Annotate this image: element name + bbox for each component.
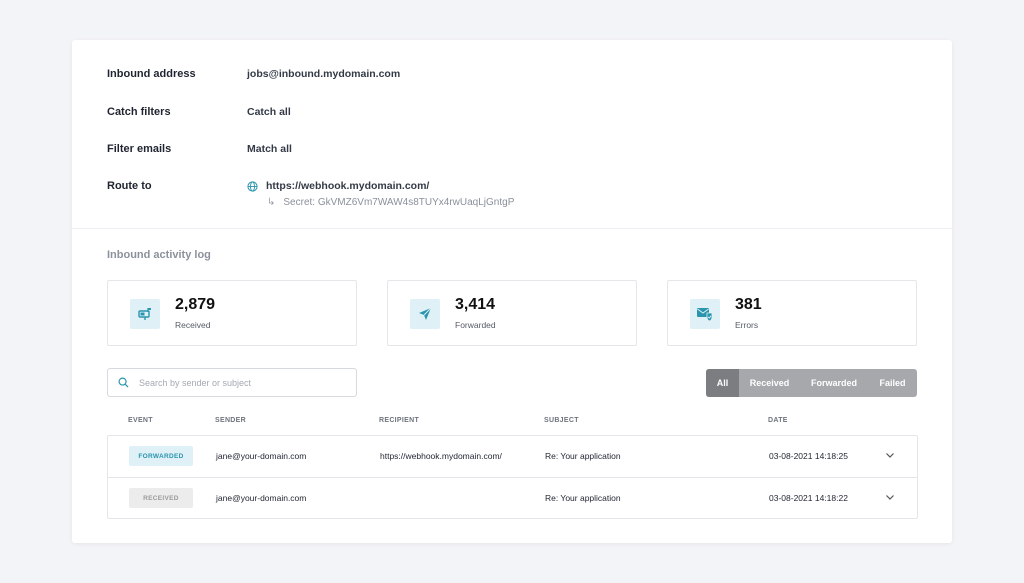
filter-emails-value: Match all xyxy=(247,143,292,155)
section-divider xyxy=(72,228,952,229)
globe-icon xyxy=(247,180,258,192)
paper-plane-icon xyxy=(410,299,440,329)
row-subject: Re: Your application xyxy=(545,451,621,461)
table-row[interactable]: FORWARDED jane@your-domain.com https://w… xyxy=(108,436,917,477)
stat-received-label: Received xyxy=(175,320,211,330)
row-recipient: https://webhook.mydomain.com/ xyxy=(380,451,502,461)
inbound-address-value: jobs@inbound.mydomain.com xyxy=(247,68,401,80)
row-sender: jane@your-domain.com xyxy=(216,493,307,503)
filter-received[interactable]: Received xyxy=(739,369,800,397)
table-row[interactable]: RECEIVED jane@your-domain.com Re: Your a… xyxy=(108,477,917,519)
filter-all[interactable]: All xyxy=(706,369,739,397)
search-input[interactable] xyxy=(137,376,341,389)
route-card: Inbound address jobs@inbound.mydomain.co… xyxy=(72,40,952,543)
stat-received-value: 2,879 xyxy=(175,296,216,313)
stat-errors-value: 381 xyxy=(735,296,762,313)
secret-value: Secret: GkVMZ6Vm7WAW4s8TUYx4rwUaqLjGntgP xyxy=(283,197,515,208)
sub-arrow-icon: ↳ xyxy=(267,197,276,208)
stat-received: 2,879 Received xyxy=(107,280,357,346)
route-to-label: Route to xyxy=(107,180,152,192)
chevron-down-icon[interactable] xyxy=(885,492,895,502)
catch-filters-label: Catch filters xyxy=(107,106,171,118)
stat-forwarded-value: 3,414 xyxy=(455,296,496,313)
chevron-down-icon[interactable] xyxy=(885,450,895,460)
inbound-address-label: Inbound address xyxy=(107,68,196,80)
event-badge-forwarded: FORWARDED xyxy=(129,446,193,466)
row-subject: Re: Your application xyxy=(545,493,621,503)
row-sender: jane@your-domain.com xyxy=(216,451,307,461)
activity-log-title: Inbound activity log xyxy=(107,249,211,261)
header-sender: SENDER xyxy=(215,417,246,424)
secret-line: ↳ Secret: GkVMZ6Vm7WAW4s8TUYx4rwUaqLjGntg… xyxy=(267,197,514,208)
search-box[interactable] xyxy=(107,368,357,397)
event-filter-group: All Received Forwarded Failed xyxy=(706,369,917,397)
activity-table: FORWARDED jane@your-domain.com https://w… xyxy=(107,435,918,519)
stat-errors: 381 Errors xyxy=(667,280,917,346)
mail-shield-icon xyxy=(690,299,720,329)
catch-filters-value: Catch all xyxy=(247,106,291,118)
header-subject: SUBJECT xyxy=(544,417,579,424)
header-date: DATE xyxy=(768,417,788,424)
stat-forwarded: 3,414 Forwarded xyxy=(387,280,637,346)
route-to-value: https://webhook.mydomain.com/ xyxy=(247,180,429,192)
event-badge-received: RECEIVED xyxy=(129,488,193,508)
filter-forwarded[interactable]: Forwarded xyxy=(800,369,868,397)
header-recipient: RECIPIENT xyxy=(379,417,420,424)
mailbox-icon xyxy=(130,299,160,329)
filter-emails-label: Filter emails xyxy=(107,143,172,155)
header-event: EVENT xyxy=(128,417,153,424)
stat-forwarded-label: Forwarded xyxy=(455,320,496,330)
stat-errors-label: Errors xyxy=(735,320,759,330)
search-icon xyxy=(118,377,129,388)
route-url[interactable]: https://webhook.mydomain.com/ xyxy=(266,180,429,192)
row-date: 03-08-2021 14:18:25 xyxy=(769,451,848,461)
filter-failed[interactable]: Failed xyxy=(868,369,917,397)
row-date: 03-08-2021 14:18:22 xyxy=(769,493,848,503)
